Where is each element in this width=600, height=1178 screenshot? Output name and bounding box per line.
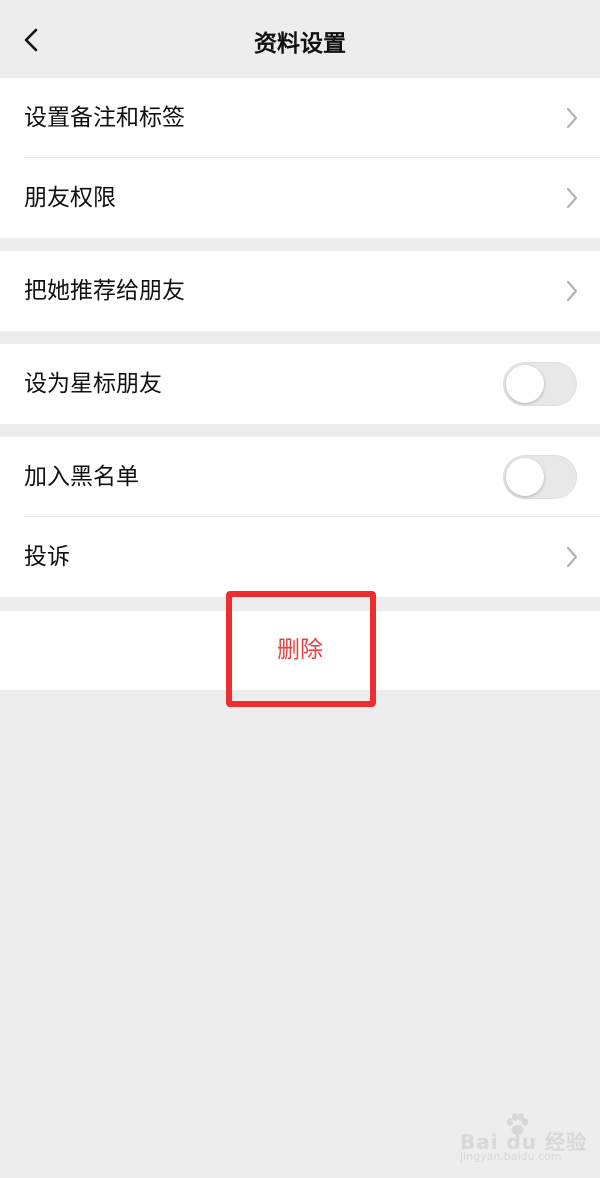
chevron-right-icon [564, 105, 580, 131]
settings-group-1: 设置备注和标签 朋友权限 [0, 78, 600, 238]
row-star-friend: 设为星标朋友 [0, 344, 600, 424]
row-label: 加入黑名单 [24, 464, 139, 490]
row-complain[interactable]: 投诉 [0, 517, 600, 597]
star-friend-toggle[interactable] [503, 362, 577, 406]
row-recommend-to-friend[interactable]: 把她推荐给朋友 [0, 251, 600, 331]
delete-button[interactable]: 删除 [0, 611, 600, 690]
chevron-right-icon [564, 278, 580, 304]
chevron-right-icon [564, 185, 580, 211]
toggle-knob [506, 365, 544, 403]
row-set-remark-and-tags[interactable]: 设置备注和标签 [0, 78, 600, 158]
settings-group-4: 加入黑名单 投诉 [0, 437, 600, 597]
blacklist-toggle[interactable] [503, 455, 577, 499]
watermark-subtext: jingyan.baidu.com [460, 1150, 562, 1163]
row-add-to-blacklist: 加入黑名单 [0, 437, 600, 517]
row-label: 投诉 [24, 544, 70, 570]
nav-bar: 资料设置 [0, 0, 600, 78]
row-label: 设置备注和标签 [24, 105, 185, 131]
row-label: 设为星标朋友 [24, 371, 162, 397]
settings-group-3: 设为星标朋友 [0, 344, 600, 424]
settings-group-2: 把她推荐给朋友 [0, 251, 600, 331]
delete-label: 删除 [277, 637, 323, 663]
row-label: 朋友权限 [24, 185, 116, 211]
baidu-watermark: Bai du 经验 jingyan.baidu.com [460, 1112, 590, 1168]
chevron-right-icon [564, 544, 580, 570]
row-label: 把她推荐给朋友 [24, 278, 185, 304]
row-friend-permissions[interactable]: 朋友权限 [0, 158, 600, 238]
page-title: 资料设置 [254, 31, 346, 57]
toggle-knob [506, 458, 544, 496]
